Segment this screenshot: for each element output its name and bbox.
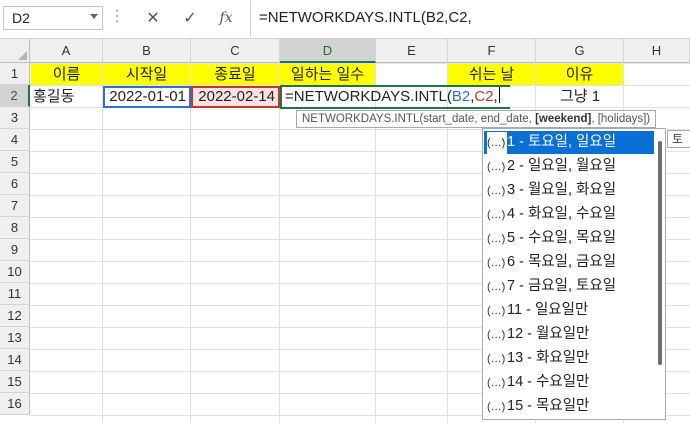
value-icon: (…) [487,233,506,245]
cell-g2[interactable]: 그냥 1 [536,86,624,108]
cell-b2[interactable]: 2022-01-01 [103,86,191,108]
cell-c1[interactable]: 종료일 [191,64,279,85]
value-icon: (…) [487,305,506,317]
row-header-3[interactable]: 3 [0,107,30,129]
list-item[interactable]: (…) 14 - 수요일만 [484,371,654,394]
formula-comma: , [493,88,498,105]
formula-prefix: =NETWORKDAYS.INTL( [285,88,452,105]
enter-icon[interactable]: ✓ [175,6,205,30]
value-icon: (…) [487,132,507,155]
row-header-11[interactable]: 11 [0,283,30,305]
tooltip-suffix: , [holidays]) [591,113,651,125]
row-header-10[interactable]: 10 [0,261,30,283]
list-item[interactable]: (…) 15 - 목요일만 [484,395,654,418]
formula-input[interactable]: =NETWORKDAYS.INTL(B2,C2, [250,1,690,37]
list-item[interactable]: (…) 13 - 화요일만 [484,347,654,370]
item-description-tooltip: 토 [667,130,690,148]
value-icon: (…) [487,257,506,269]
formula-text: =NETWORKDAYS.INTL(B2,C2, [259,9,472,26]
cell-c2[interactable]: 2022-02-14 [191,86,280,108]
column-header-e[interactable]: E [376,39,448,63]
list-item[interactable]: (…) 7 - 금요일, 토요일 [484,275,654,298]
value-icon: (…) [487,185,506,197]
gridline [102,63,103,423]
column-header-a[interactable]: A [30,39,103,63]
column-header-d[interactable]: D [280,39,376,63]
row-header-8[interactable]: 8 [0,217,30,239]
value-icon: (…) [487,401,506,413]
row-header-15[interactable]: 15 [0,371,30,393]
value-icon: (…) [487,161,506,173]
column-header-h[interactable]: H [624,39,690,63]
gridline [190,63,191,423]
cell-a1[interactable]: 이름 [31,64,102,85]
formula-bar: D2 ✕ ✓ fx =NETWORKDAYS.INTL(B2,C2, [0,0,690,39]
row-header-12[interactable]: 12 [0,305,30,327]
cell-b1[interactable]: 시작일 [103,64,190,85]
insert-function-icon[interactable]: fx [211,6,241,30]
column-header-b[interactable]: B [103,39,191,63]
tooltip-current-arg: [weekend] [535,113,592,125]
formula-ref-c2: C2 [474,88,494,105]
row-header-14[interactable]: 14 [0,349,30,371]
list-item[interactable]: (…) 11 - 일요일만 [484,299,654,322]
gridline [279,63,280,423]
row-header-4[interactable]: 4 [0,129,30,151]
list-item[interactable]: (…) 2 - 일요일, 월요일 [484,155,654,178]
value-icon: (…) [487,329,506,341]
tooltip-prefix: NETWORKDAYS.INTL(start_date, end_date, [302,113,536,125]
row-header-9[interactable]: 9 [0,239,30,261]
column-header-g[interactable]: G [536,39,624,63]
list-item[interactable]: (…) 6 - 목요일, 금요일 [484,251,654,274]
cell-a2[interactable]: 홍길동 [33,86,103,108]
column-header-f[interactable]: F [448,39,536,63]
list-item[interactable]: (…) 3 - 월요일, 화요일 [484,179,654,202]
row-header-13[interactable]: 13 [0,327,30,349]
cell-d2-editing[interactable]: =NETWORKDAYS.INTL(B2,C2, [280,85,510,109]
chevron-down-icon[interactable] [90,14,98,19]
row-header-7[interactable]: 7 [0,195,30,217]
row-header-5[interactable]: 5 [0,151,30,173]
formula-ref-b2: B2 [451,88,471,105]
value-icon: (…) [487,353,506,365]
name-box-value: D2 [12,10,30,26]
function-argument-tooltip: NETWORKDAYS.INTL(start_date, end_date, [… [296,110,657,128]
name-box[interactable]: D2 [3,6,103,30]
list-scrollbar[interactable] [658,141,662,365]
value-icon: (…) [487,209,506,221]
column-header-c[interactable]: C [191,39,280,63]
cell-f1[interactable]: 쉬는 날 [448,64,535,85]
list-item[interactable]: (…) 5 - 수요일, 목요일 [484,227,654,250]
list-item[interactable]: (…) 12 - 월요일만 [484,323,654,346]
value-icon: (…) [487,377,506,389]
cancel-icon[interactable]: ✕ [138,6,168,30]
row-header-1[interactable]: 1 [0,63,30,85]
cell-g1[interactable]: 이유 [536,64,623,85]
text-cursor [498,87,500,103]
list-item[interactable]: (…) 1 - 토요일, 일요일 [484,131,654,155]
value-icon: (…) [487,281,506,293]
drag-handle-icon[interactable] [116,10,118,26]
select-all-button[interactable] [0,39,30,63]
cell-d1[interactable]: 일하는 일수 [280,64,375,85]
list-item[interactable]: (…) 4 - 화요일, 수요일 [484,203,654,226]
weekend-option-list[interactable]: (…) 1 - 토요일, 일요일 (…) 2 - 일요일, 월요일 (…) 3 - 월… [482,128,666,420]
row-header-16[interactable]: 16 [0,393,30,415]
row-header-6[interactable]: 6 [0,173,30,195]
cell-d2-formula: =NETWORKDAYS.INTL(B2,C2, [285,87,500,107]
row-header-2[interactable]: 2 [0,85,30,107]
